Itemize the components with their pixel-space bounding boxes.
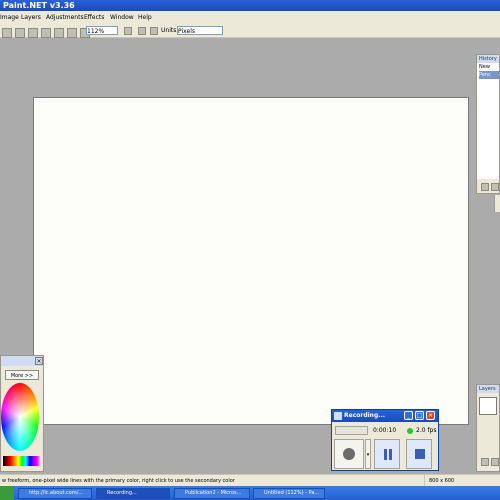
history-title: History: [477, 55, 499, 63]
menu-window[interactable]: Window: [110, 11, 134, 24]
color-wheel-overlay: [1, 383, 39, 451]
more-button[interactable]: More >>: [5, 370, 39, 380]
history-undo-icon[interactable]: [491, 183, 499, 191]
toolbar: 112% Units: Pixels: [0, 24, 500, 38]
app-title-bar[interactable]: Paint.NET v3.36: [0, 0, 500, 11]
rulers-icon[interactable]: [150, 27, 158, 35]
units-value: Pixels: [178, 28, 196, 35]
history-item[interactable]: Penc: [479, 71, 499, 79]
crop-icon[interactable]: [28, 27, 38, 38]
menu-bar: Image Layers Adjustments Effects Window …: [0, 11, 500, 24]
menu-adjustments[interactable]: Adjustments: [46, 11, 84, 24]
taskbar-item[interactable]: Publication2 - Micros...: [174, 488, 250, 499]
units-select[interactable]: Pixels: [177, 26, 223, 35]
layer-properties-icon[interactable]: [491, 458, 499, 466]
status-indicator-icon: [407, 428, 413, 434]
recording-window: Recording... _ □ × 0:00:10 2.0 fps ▾: [331, 409, 439, 471]
stop-button[interactable]: [406, 439, 432, 469]
redo-icon[interactable]: [67, 27, 77, 38]
add-layer-icon[interactable]: [481, 458, 489, 466]
layers-title: Layers: [477, 385, 499, 393]
pause-icon: [384, 449, 387, 460]
color-palette[interactable]: [3, 456, 41, 466]
history-item[interactable]: New: [479, 63, 499, 71]
deselect-icon[interactable]: [41, 27, 51, 38]
recorder-app-icon: [334, 412, 342, 420]
colors-panel: × More >>: [0, 355, 44, 472]
status-hint: w freeform, one-pixel wide lines with th…: [2, 478, 235, 484]
copy-icon[interactable]: [15, 27, 25, 38]
taskbar-item-label: Recording...: [107, 490, 137, 496]
record-icon: [343, 448, 355, 460]
record-button[interactable]: [334, 439, 364, 469]
layers-panel: Layers: [476, 384, 500, 472]
pause-button[interactable]: [374, 439, 400, 469]
start-button[interactable]: [0, 486, 14, 500]
taskbar-item-label: Untitled (112%) - Pa...: [264, 490, 320, 496]
taskbar-item[interactable]: Untitled (112%) - Pa...: [253, 488, 325, 499]
units-label: Units:: [161, 27, 179, 34]
menu-help[interactable]: Help: [138, 11, 152, 24]
undo-icon[interactable]: [54, 27, 64, 38]
app-title: Paint.NET v3.36: [3, 1, 75, 10]
recording-title: Recording...: [344, 412, 386, 419]
close-button[interactable]: ×: [426, 411, 435, 420]
stop-icon: [415, 449, 425, 459]
paste-icon[interactable]: [2, 27, 12, 38]
taskbar-item-label: Publication2 - Micros...: [185, 490, 242, 496]
close-icon[interactable]: ×: [35, 357, 43, 365]
zoom-select[interactable]: 112%: [86, 26, 118, 35]
record-options-button[interactable]: ▾: [365, 439, 371, 469]
history-panel: History New Penc: [476, 54, 500, 194]
layer-thumbnail[interactable]: [479, 397, 497, 415]
maximize-button[interactable]: □: [415, 411, 424, 420]
status-bar: w freeform, one-pixel wide lines with th…: [0, 474, 500, 487]
history-rewind-icon[interactable]: [481, 183, 489, 191]
menu-image[interactable]: Image: [0, 11, 19, 24]
zoom-value: 112%: [87, 28, 105, 35]
image-canvas[interactable]: [33, 97, 469, 425]
grid-icon[interactable]: [138, 27, 146, 35]
taskbar-item-label: http://lc.about.com/...: [29, 490, 84, 496]
elapsed-time: 0:00:10: [373, 427, 397, 434]
pause-icon-bar: [389, 449, 392, 460]
taskbar-item[interactable]: Recording...: [96, 488, 170, 499]
menu-layers[interactable]: Layers: [21, 11, 41, 24]
menu-effects[interactable]: Effects: [84, 11, 104, 24]
recorder-source-select[interactable]: [335, 426, 368, 435]
taskbar-item[interactable]: http://lc.about.com/...: [18, 488, 92, 499]
minimize-button[interactable]: _: [404, 411, 413, 420]
scroll-arrow[interactable]: [494, 195, 500, 212]
fps-readout: 2.0 fps: [416, 427, 437, 434]
zoom-in-icon[interactable]: [124, 27, 132, 35]
